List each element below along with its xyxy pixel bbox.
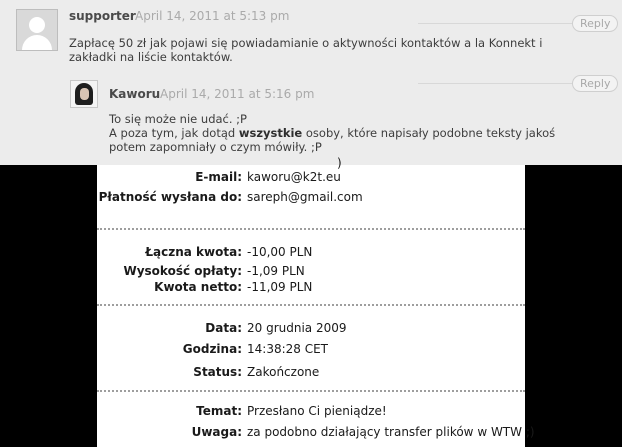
note-label: Uwaga: (191, 425, 242, 439)
subject-value: Przesłano Ci pieniądze! (247, 404, 387, 418)
comment-text: To się może nie udać. ;P A poza tym, jak… (109, 112, 589, 154)
receipt-row-fee: Wysokość opłaty: -1,09 PLN (97, 263, 525, 279)
section-divider (97, 228, 525, 230)
receipt-row-total: Łączna kwota: -10,00 PLN (97, 244, 525, 260)
time-label: Godzina: (182, 342, 242, 356)
comment-author[interactable]: Kaworu (109, 87, 160, 101)
recipient-value: sareph@gmail.com (247, 190, 363, 204)
comment-kaworu: Reply Kaworu April 14, 2011 at 5:16 pm T… (0, 75, 622, 165)
comment-date[interactable]: April 14, 2011 at 5:13 pm (135, 9, 289, 23)
net-value: -11,09 PLN (247, 280, 313, 294)
receipt-row-note: Uwaga: za podobno działający transfer pl… (97, 424, 535, 440)
comment-date[interactable]: April 14, 2011 at 5:16 pm (160, 87, 314, 101)
reply-divider (418, 83, 573, 84)
comment-supporter: supporter April 14, 2011 at 5:13 pm Repl… (0, 0, 622, 75)
user-photo-icon (70, 80, 98, 108)
receipt-row-recipient: Płatność wysłana do: sareph@gmail.com (97, 189, 525, 205)
receipt-row-date: Data: 20 grudnia 2009 (97, 320, 525, 336)
total-value: -10,00 PLN (247, 245, 313, 259)
cut-off-text: ) (337, 156, 342, 170)
recipient-label: Płatność wysłana do: (98, 190, 242, 204)
comment-line: A poza tym, jak dotąd wszystkie osoby, k… (109, 126, 556, 154)
note-value: za podobno działający transfer plików w … (247, 425, 535, 439)
date-value: 20 grudnia 2009 (247, 321, 347, 335)
receipt-row-time: Godzina: 14:38:28 CET (97, 341, 525, 357)
receipt-row-email: E-mail: kaworu@k2t.eu (97, 169, 525, 185)
default-avatar-icon (16, 9, 58, 51)
receipt-row-status: Status: Zakończone (97, 364, 525, 380)
email-label: E-mail: (195, 170, 242, 184)
section-divider (97, 304, 525, 306)
email-value: kaworu@k2t.eu (247, 170, 341, 184)
reply-divider (418, 23, 573, 24)
receipt-row-subject: Temat: Przesłano Ci pieniądze! (97, 403, 525, 419)
subject-label: Temat: (196, 404, 242, 418)
section-divider (97, 390, 525, 392)
payment-receipt: ) E-mail: kaworu@k2t.eu Płatność wysłana… (97, 156, 535, 447)
comments-section: supporter April 14, 2011 at 5:13 pm Repl… (0, 0, 622, 165)
comment-author[interactable]: supporter (69, 9, 136, 23)
emphasis-text: wszystkie (238, 126, 303, 140)
reply-button[interactable]: Reply (572, 15, 619, 32)
receipt-row-net: Kwota netto: -11,09 PLN (97, 279, 525, 295)
total-label: Łączna kwota: (145, 245, 242, 259)
reply-button[interactable]: Reply (572, 75, 619, 92)
fee-label: Wysokość opłaty: (123, 264, 242, 278)
status-label: Status: (193, 365, 242, 379)
time-value: 14:38:28 CET (247, 342, 328, 356)
date-label: Data: (205, 321, 242, 335)
status-value: Zakończone (247, 365, 320, 379)
comment-line: To się może nie udać. ;P (109, 112, 247, 126)
comment-text: Zapłacę 50 zł jak pojawi się powiadamian… (69, 36, 543, 64)
net-label: Kwota netto: (154, 280, 242, 294)
fee-value: -1,09 PLN (247, 264, 305, 278)
